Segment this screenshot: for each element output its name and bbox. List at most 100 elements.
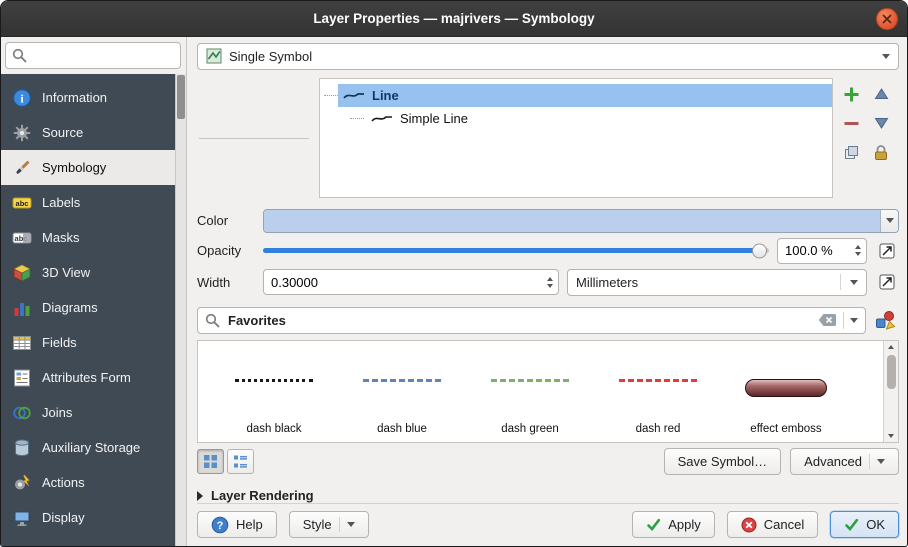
sidebar-item-diagrams[interactable]: Diagrams bbox=[1, 290, 175, 325]
plus-icon bbox=[843, 86, 860, 103]
duplicate-symbol-layer-button[interactable] bbox=[837, 139, 865, 166]
search-input[interactable] bbox=[33, 48, 174, 63]
sidebar-item-attributes-form[interactable]: Attributes Form bbox=[1, 360, 175, 395]
style-manager-button[interactable] bbox=[872, 307, 899, 334]
ok-button[interactable]: OK bbox=[830, 511, 899, 538]
check-icon bbox=[646, 517, 661, 532]
sidebar-item-3d-view[interactable]: 3D View bbox=[1, 255, 175, 290]
move-up-button[interactable] bbox=[867, 81, 895, 108]
form-icon bbox=[11, 368, 33, 388]
spin-up-icon bbox=[855, 245, 861, 249]
style-label: Style bbox=[303, 517, 332, 532]
opacity-row: Opacity bbox=[197, 238, 899, 264]
sidebar-item-label: Joins bbox=[42, 405, 72, 420]
symbol-group-combobox[interactable]: Favorites bbox=[197, 307, 866, 334]
scroll-up-button[interactable] bbox=[884, 341, 898, 354]
symbol-item-effect-emboss[interactable]: effect emboss bbox=[722, 345, 850, 440]
tree-row-line[interactable]: Line bbox=[320, 84, 832, 107]
spin-down-icon bbox=[547, 284, 553, 288]
scroll-down-button[interactable] bbox=[884, 429, 898, 442]
chevron-down-icon bbox=[882, 54, 890, 59]
renderer-combobox[interactable]: Single Symbol bbox=[197, 43, 899, 70]
data-defined-override-button[interactable] bbox=[875, 239, 899, 263]
sidebar-item-label: 3D View bbox=[42, 265, 90, 280]
advanced-label: Advanced bbox=[804, 454, 862, 469]
sidebar-list-wrap: i Information Source Symbology abc Label… bbox=[1, 74, 186, 546]
symbol-item-dash-blue[interactable]: dash blue bbox=[338, 345, 466, 440]
chevron-down-icon[interactable] bbox=[850, 318, 858, 323]
spin-down-icon bbox=[855, 252, 861, 256]
width-input[interactable] bbox=[264, 275, 541, 290]
move-down-button[interactable] bbox=[867, 110, 895, 137]
opacity-slider[interactable] bbox=[263, 239, 769, 263]
remove-symbol-layer-button[interactable] bbox=[837, 110, 865, 137]
add-symbol-layer-button[interactable] bbox=[837, 81, 865, 108]
symbols-scrollbar-thumb[interactable] bbox=[887, 355, 896, 389]
sidebar-item-actions[interactable]: Actions bbox=[1, 465, 175, 500]
icon-view-button[interactable] bbox=[197, 449, 224, 474]
line-symbol-icon bbox=[343, 89, 365, 101]
style-button[interactable]: Style bbox=[289, 511, 369, 538]
sidebar-list: i Information Source Symbology abc Label… bbox=[1, 74, 175, 546]
opacity-input[interactable] bbox=[778, 243, 849, 258]
symbol-label: dash black bbox=[247, 423, 302, 435]
symbol-item-dash-green[interactable]: dash green bbox=[466, 345, 594, 440]
chevron-down-icon bbox=[347, 522, 355, 527]
symbology-panel: Single Symbol Line bbox=[187, 37, 907, 546]
spin-arrows[interactable] bbox=[541, 277, 558, 288]
symbol-preview bbox=[363, 379, 441, 382]
sidebar-item-information[interactable]: i Information bbox=[1, 80, 175, 115]
sidebar-item-label: Symbology bbox=[42, 160, 106, 175]
sidebar-item-auxiliary-storage[interactable]: Auxiliary Storage bbox=[1, 430, 175, 465]
sidebar-item-source[interactable]: Source bbox=[1, 115, 175, 150]
monitor-icon bbox=[11, 508, 33, 528]
opacity-label: Opacity bbox=[197, 243, 255, 258]
sidebar-item-fields[interactable]: Fields bbox=[1, 325, 175, 360]
divider bbox=[869, 454, 870, 469]
width-unit-value: Millimeters bbox=[576, 275, 831, 290]
duplicate-icon bbox=[843, 144, 860, 161]
data-defined-override-button[interactable] bbox=[875, 270, 899, 294]
check-icon bbox=[844, 517, 859, 532]
sidebar-search-box bbox=[5, 42, 181, 69]
cancel-button[interactable]: Cancel bbox=[727, 511, 818, 538]
collapse-arrow-icon bbox=[197, 491, 203, 501]
save-symbol-label: Save Symbol… bbox=[678, 454, 768, 469]
sidebar-item-labels[interactable]: abc Labels bbox=[1, 185, 175, 220]
layer-rendering-section[interactable]: Layer Rendering bbox=[197, 488, 899, 503]
sidebar-item-masks[interactable]: abc Masks bbox=[1, 220, 175, 255]
sidebar-item-display[interactable]: Display bbox=[1, 500, 175, 535]
apply-button[interactable]: Apply bbox=[632, 511, 715, 538]
advanced-button[interactable]: Advanced bbox=[790, 448, 899, 475]
symbol-item-dash-black[interactable]: dash black bbox=[210, 345, 338, 440]
arrow-down-icon bbox=[888, 434, 894, 438]
sidebar-item-symbology[interactable]: Symbology bbox=[1, 150, 175, 185]
symbol-label: dash red bbox=[636, 423, 681, 435]
actions-gear-bolt-icon bbox=[11, 473, 33, 493]
color-button[interactable] bbox=[263, 209, 899, 233]
sidebar-item-joins[interactable]: Joins bbox=[1, 395, 175, 430]
close-button[interactable] bbox=[876, 8, 898, 30]
single-symbol-icon bbox=[206, 48, 222, 64]
slider-handle[interactable] bbox=[752, 243, 767, 258]
tree-row-simple-line[interactable]: Simple Line bbox=[320, 107, 832, 130]
divider bbox=[843, 312, 844, 329]
save-symbol-button[interactable]: Save Symbol… bbox=[664, 448, 782, 475]
symbol-item-dash-red[interactable]: dash red bbox=[594, 345, 722, 440]
sidebar-item-label: Actions bbox=[42, 475, 85, 490]
clear-icon[interactable] bbox=[818, 313, 837, 327]
sidebar-scrollbar-thumb[interactable] bbox=[177, 75, 185, 119]
width-unit-combobox[interactable]: Millimeters bbox=[567, 269, 867, 296]
color-dropdown[interactable] bbox=[880, 210, 898, 232]
lock-color-button[interactable] bbox=[867, 139, 895, 166]
symbols-scrollbar[interactable] bbox=[883, 341, 898, 442]
slider-track[interactable] bbox=[263, 248, 769, 253]
masks-abc-icon: abc bbox=[11, 228, 33, 248]
bar-chart-icon bbox=[11, 298, 33, 318]
width-label: Width bbox=[197, 275, 255, 290]
tree-selection: Line bbox=[338, 84, 832, 107]
sidebar-scrollbar[interactable] bbox=[175, 74, 186, 546]
help-button[interactable]: ? Help bbox=[197, 511, 277, 538]
spin-arrows[interactable] bbox=[849, 245, 866, 256]
list-view-button[interactable] bbox=[227, 449, 254, 474]
